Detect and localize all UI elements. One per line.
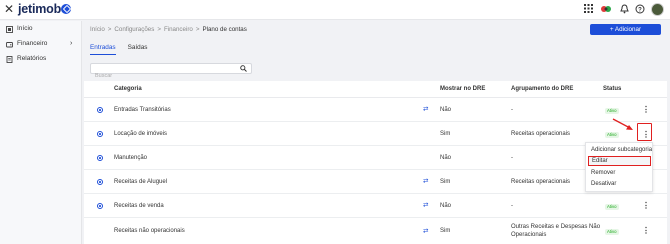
expand-icon[interactable] — [97, 203, 103, 209]
table-row[interactable]: Receitas de Aluguel ⇄ Sim Receitas opera… — [84, 170, 667, 194]
category-name: Receitas não operacionais — [114, 228, 185, 234]
grid-icon[interactable] — [583, 4, 593, 14]
search-box — [90, 63, 252, 81]
table-row[interactable]: Receitas não operacionais ⇄ Sim Outras R… — [84, 218, 667, 244]
table-header: Categoria Mostrar no DRE Agrupamento do … — [84, 81, 667, 98]
dre-value: Não — [440, 107, 452, 113]
transfer-icon: ⇄ — [423, 202, 429, 209]
group-value: - — [511, 203, 513, 209]
table-row[interactable]: Entradas Transitórias ⇄ Não - Ativo ⋮ — [84, 98, 667, 122]
group-value-line1: Outras Receitas e Despesas Não — [511, 224, 601, 230]
category-name: Entradas Transitórias — [114, 107, 171, 113]
tab-entradas[interactable]: Entradas — [90, 44, 116, 55]
sidebar-item-financeiro[interactable]: Financeiro › — [6, 39, 82, 49]
avatar[interactable] — [651, 3, 664, 16]
breadcrumb-item[interactable]: Configurações — [114, 26, 154, 33]
table-row[interactable]: Manutenção Não - — [84, 146, 667, 170]
add-button[interactable]: + Adicionar — [590, 24, 661, 35]
logo-badge-icon — [61, 4, 71, 14]
group-value: - — [511, 107, 513, 113]
chevron-right-icon[interactable]: › — [70, 39, 72, 49]
category-name: Manutenção — [114, 155, 148, 161]
group-value: Receitas operacionais — [511, 131, 571, 137]
group-value: Receitas operacionais — [511, 179, 571, 185]
breadcrumb-separator: > — [195, 26, 200, 33]
expand-icon[interactable] — [97, 179, 103, 185]
dre-value: Sim — [440, 179, 451, 185]
status-badge: Ativo — [605, 132, 619, 138]
dre-value: Não — [440, 155, 452, 161]
row-options-menu: Adicionar subcategoria Editar Remover De… — [585, 142, 653, 192]
app-logo: jetimob — [18, 2, 62, 16]
group-value: - — [511, 155, 513, 161]
dre-value: Sim — [440, 131, 451, 137]
status-badge: Ativo — [605, 108, 619, 114]
status-badge: Ativo — [605, 229, 619, 235]
more-options-icon[interactable]: ⋮ — [642, 202, 650, 210]
bell-icon[interactable] — [619, 4, 629, 14]
menu-item-edit[interactable]: Editar — [588, 156, 651, 166]
categories-table: Categoria Mostrar no DRE Agrupamento do … — [84, 81, 667, 244]
expand-icon[interactable] — [97, 107, 103, 113]
sidebar-item-relatorios[interactable]: Relatórios — [6, 54, 46, 64]
group-value-line2: Operacionais — [511, 232, 547, 238]
handshake-icon[interactable] — [601, 4, 611, 14]
breadcrumb-separator: > — [157, 26, 161, 33]
sidebar-item-label: Financeiro — [17, 40, 48, 47]
category-name: Locação de imóveis — [114, 131, 168, 137]
column-header-group: Agrupamento do DRE — [511, 86, 574, 92]
annotation-arrow — [612, 118, 633, 130]
menu-item-deactivate[interactable]: Desativar — [586, 179, 654, 189]
top-bar: ✕ jetimob ? — [0, 0, 670, 20]
search-input[interactable] — [91, 71, 231, 81]
more-options-icon[interactable]: ⋮ — [642, 131, 650, 139]
expand-icon[interactable] — [97, 131, 103, 137]
breadcrumb-item[interactable]: Financeiro — [164, 26, 193, 33]
report-icon — [6, 55, 13, 63]
sidebar-item-label: Relatórios — [17, 55, 47, 62]
dre-value: Não — [440, 203, 452, 209]
breadcrumb-current: Plano de contas — [202, 26, 247, 33]
category-name: Receitas de venda — [114, 203, 164, 209]
dre-value: Sim — [440, 228, 451, 234]
breadcrumb-item[interactable]: Início — [90, 26, 105, 33]
breadcrumb-separator: > — [107, 26, 112, 33]
table-row[interactable]: Locação de imóveis Sim Receitas operacio… — [84, 122, 667, 146]
more-options-icon[interactable]: ⋮ — [642, 227, 650, 235]
category-name: Receitas de Aluguel — [114, 179, 168, 185]
sidebar: Início Financeiro › Relatórios — [0, 21, 82, 244]
menu-item-remove[interactable]: Remover — [586, 168, 654, 178]
expand-icon[interactable] — [97, 155, 103, 161]
wallet-icon — [6, 41, 13, 48]
column-header-status: Status — [603, 86, 622, 92]
tabs: Entradas Saídas — [90, 44, 160, 55]
close-icon[interactable]: ✕ — [4, 3, 14, 15]
breadcrumb: Início > Configurações > Financeiro > Pl… — [90, 26, 247, 33]
help-icon[interactable]: ? — [635, 4, 645, 14]
home-icon — [6, 25, 13, 33]
sidebar-item-inicio[interactable]: Início — [6, 24, 33, 34]
transfer-icon: ⇄ — [423, 178, 429, 185]
column-header-dre: Mostrar no DRE — [440, 86, 486, 92]
status-badge: Ativo — [605, 204, 619, 210]
svg-text:?: ? — [638, 7, 642, 13]
sidebar-item-label: Início — [17, 25, 33, 32]
tab-saidas[interactable]: Saídas — [128, 44, 148, 55]
transfer-icon: ⇄ — [423, 228, 429, 235]
table-row[interactable]: Receitas de venda ⇄ Não - Ativo ⋮ — [84, 194, 667, 218]
column-header-category: Categoria — [114, 86, 142, 92]
transfer-icon: ⇄ — [423, 106, 429, 113]
menu-item-add-subcategory[interactable]: Adicionar subcategoria — [586, 145, 654, 155]
search-icon[interactable] — [240, 65, 247, 74]
more-options-icon[interactable]: ⋮ — [642, 106, 650, 114]
